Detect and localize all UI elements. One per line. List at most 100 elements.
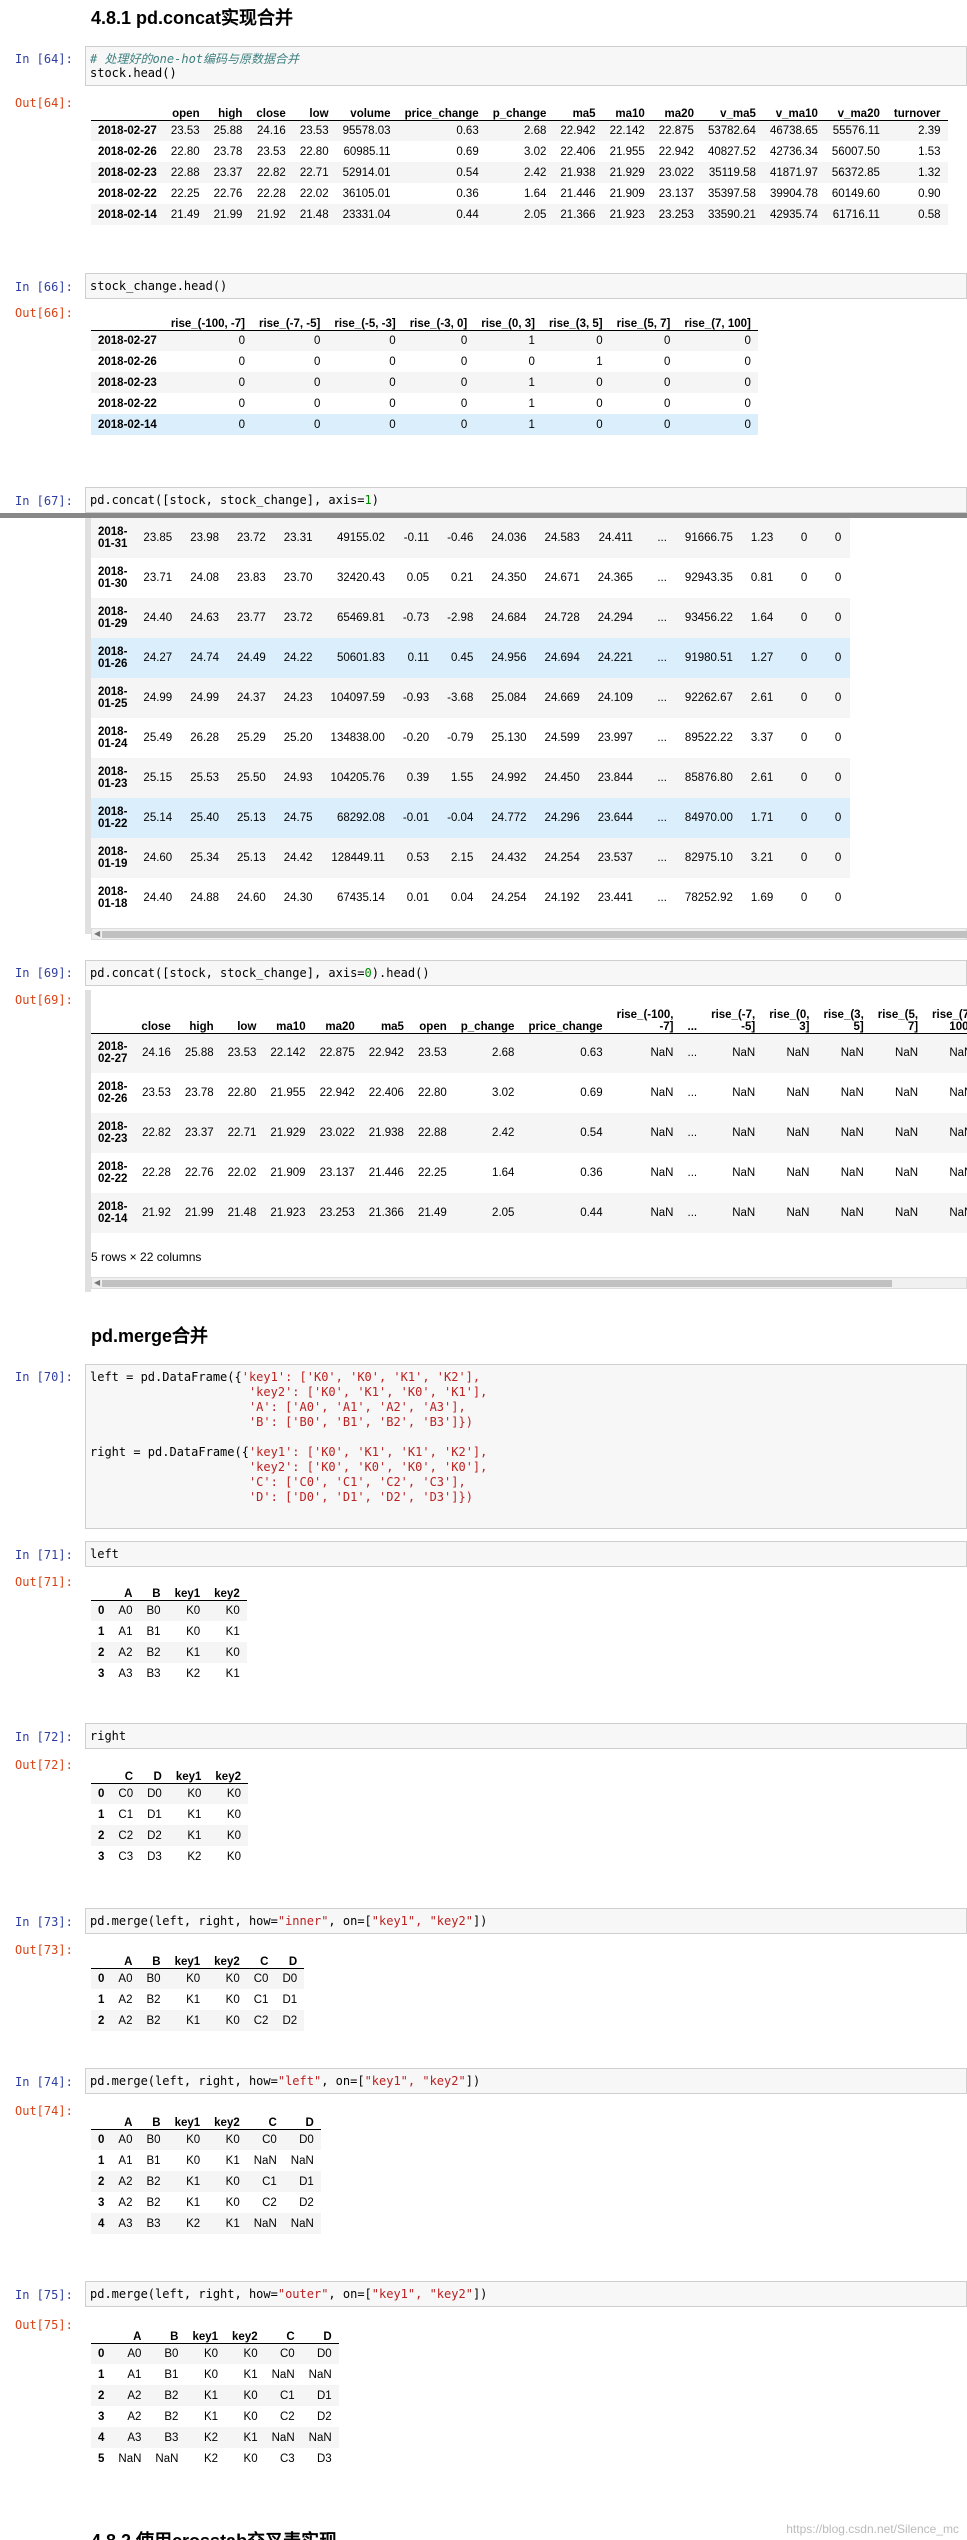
cell-70-code[interactable]: left = pd.DataFrame({'key1': ['K0', 'K0'… xyxy=(85,1364,967,1529)
table-cell: 24.599 xyxy=(544,732,580,744)
table-cell: D1 xyxy=(316,2389,332,2402)
column-header: A xyxy=(111,1576,140,1601)
code-string: 'key1': ['K0', 'K0', 'K1', 'K2'], xyxy=(241,1370,481,1384)
table-cell: K1 xyxy=(225,2154,240,2167)
row-index: 2018- 02-23 xyxy=(98,1121,128,1145)
cell-69-code[interactable]: pd.concat([stock, stock_change], axis=0)… xyxy=(85,960,967,986)
cell-72-code[interactable]: right xyxy=(85,1723,967,1749)
row-index: 2018-02-23 xyxy=(98,376,157,389)
cell-64-out-prompt: Out[64]: xyxy=(15,96,73,110)
column-header: rise_(5, 7] xyxy=(609,306,678,331)
table-row: 2018- 01-22 25.14 25.40 25.13 24.75 68292.08 -… xyxy=(91,798,851,838)
code-text: pd.concat([stock, stock_change], axis= xyxy=(90,493,365,507)
table-cell: K0 xyxy=(226,1850,241,1863)
table-cell: C2 xyxy=(279,2410,295,2423)
table-row: 3 A3 B3 K2 K1 xyxy=(91,1663,247,1684)
table-cell: 128449.11 xyxy=(331,852,385,864)
table-cell: 22.82 xyxy=(257,166,286,179)
cell-71-code[interactable]: left xyxy=(85,1541,967,1567)
table-cell: K1 xyxy=(203,2410,219,2423)
table-cell: D0 xyxy=(147,1787,162,1800)
table-cell: NaN xyxy=(308,2431,332,2444)
table-cell: ... xyxy=(687,1127,698,1139)
table-cell: A2 xyxy=(118,1993,133,2006)
scroll-thumb[interactable] xyxy=(102,931,967,938)
table-row: 0 C0 D0 K0 K0 xyxy=(91,1783,248,1804)
table-cell: NaN xyxy=(840,1127,864,1139)
code-text: ]) xyxy=(472,2287,488,2301)
table-cell: 56007.50 xyxy=(831,145,880,158)
row-index: 0 xyxy=(98,1972,105,1985)
table-cell: 0 xyxy=(238,418,245,431)
horizontal-scrollbar[interactable]: ◀ xyxy=(91,1277,967,1289)
table-cell: B0 xyxy=(146,1604,161,1617)
code-comment: # 处理好的one-hot编码与原数据合并 xyxy=(90,52,300,66)
table-cell: D2 xyxy=(316,2410,332,2423)
table-cell: ... xyxy=(687,1047,698,1060)
column-header: price_change xyxy=(521,993,610,1034)
column-header: low xyxy=(220,993,264,1034)
table-cell: 67435.14 xyxy=(336,892,385,904)
table-cell: K0 xyxy=(243,2410,258,2423)
table-cell: K0 xyxy=(225,1993,240,2006)
cell-75-code[interactable]: pd.merge(left, right, how="outer", on=["… xyxy=(85,2281,967,2307)
table-cell: NaN xyxy=(650,1207,674,1219)
table-cell: NaN xyxy=(732,1047,756,1060)
cell-73-out-prompt: Out[73]: xyxy=(15,1943,73,1957)
row-index: 3 xyxy=(98,1667,105,1680)
table-cell: 24.60 xyxy=(143,852,173,864)
row-index: 2 xyxy=(98,2175,105,2188)
table-cell: 22.142 xyxy=(609,124,645,137)
table-cell: 0 xyxy=(389,334,396,347)
code-number: 1 xyxy=(364,493,372,507)
table-cell: A2 xyxy=(127,2389,142,2402)
cell-67-code[interactable]: pd.concat([stock, stock_change], axis=1) xyxy=(85,487,967,513)
column-header: ma10 xyxy=(602,96,652,121)
table-row: 1 A1 B1 K0 K1 NaN NaN xyxy=(91,2150,321,2171)
table-cell: 1.55 xyxy=(450,772,474,784)
column-header: A xyxy=(111,1944,140,1969)
table-cell: 104097.59 xyxy=(330,692,385,704)
table-cell: 0 xyxy=(800,612,808,624)
table-cell: 1.32 xyxy=(918,166,941,179)
table-cell: 24.296 xyxy=(544,812,580,824)
table-cell: 0.54 xyxy=(456,166,479,179)
table-cell: 23.83 xyxy=(236,572,266,584)
table-cell: D2 xyxy=(147,1829,162,1842)
code-string: 'B': ['B0', 'B1', 'B2', 'B3']}) xyxy=(248,1415,473,1429)
scroll-left-arrow-icon[interactable]: ◀ xyxy=(94,1278,100,1287)
column-header: D xyxy=(283,2105,321,2130)
horizontal-scrollbar[interactable]: ◀ xyxy=(91,928,967,940)
cell-64-code[interactable]: # 处理好的one-hot编码与原数据合并 stock.head() xyxy=(85,46,967,86)
table-cell: NaN xyxy=(840,1207,864,1219)
cell-73-code[interactable]: pd.merge(left, right, how="inner", on=["… xyxy=(85,1908,967,1934)
table-cell: K1 xyxy=(225,1667,240,1680)
scroll-left-arrow-icon[interactable]: ◀ xyxy=(94,929,100,938)
cell-67-output[interactable]: 2018- 01-31 23.85 23.98 23.72 23.31 49155.02 -… xyxy=(91,518,967,923)
table-cell: K1 xyxy=(187,1808,202,1821)
table-cell: 23.844 xyxy=(597,772,633,784)
table-cell: 22.80 xyxy=(227,1087,257,1099)
table-cell: 22.88 xyxy=(170,166,200,179)
table-row: 0 A0 B0 K0 K0 C0 D0 xyxy=(91,2343,339,2364)
table-cell: ... xyxy=(657,532,667,544)
stock-head-table: open high close low volume price_change p_chan… xyxy=(91,96,948,225)
table-cell: 0 xyxy=(834,852,842,864)
table-cell: 2.42 xyxy=(524,166,547,179)
table-cell: 0.36 xyxy=(456,187,479,200)
cell-66-out-prompt: Out[66]: xyxy=(15,306,73,320)
table-cell: 0 xyxy=(800,572,808,584)
column-header: ma10 xyxy=(263,993,313,1034)
table-cell: 25.084 xyxy=(491,692,527,704)
table-cell: 0 xyxy=(834,692,842,704)
code-line: stock_change.head() xyxy=(90,279,228,293)
table-cell: K2 xyxy=(187,1850,202,1863)
table-cell: 24.99 xyxy=(143,692,173,704)
cell-66-code[interactable]: stock_change.head() xyxy=(85,273,967,299)
table-cell: 0.90 xyxy=(918,187,941,200)
table-cell: 32420.43 xyxy=(336,572,385,584)
scroll-thumb[interactable] xyxy=(102,1280,892,1287)
cell-74-code[interactable]: pd.merge(left, right, how="left", on=["k… xyxy=(85,2068,967,2094)
table-cell: 0 xyxy=(389,397,396,410)
cell-70-in-prompt: In [70]: xyxy=(15,1370,73,1384)
